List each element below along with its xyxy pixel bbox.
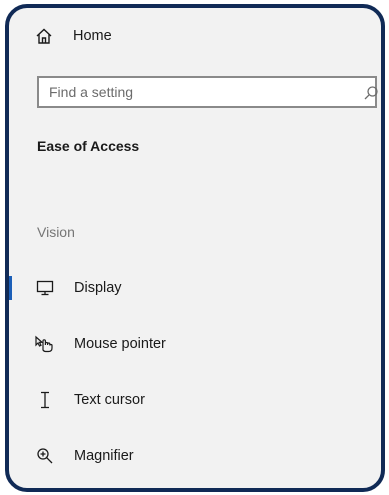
search-input[interactable] (39, 78, 329, 106)
search-icon[interactable] (363, 85, 379, 101)
display-icon (35, 278, 55, 298)
mouse-pointer-icon (35, 334, 55, 354)
section-title: Ease of Access (37, 138, 140, 154)
nav-item-mouse-pointer[interactable]: Mouse pointer (9, 324, 381, 364)
nav-item-label: Magnifier (74, 448, 134, 464)
home-label: Home (73, 28, 112, 44)
nav-item-label: Text cursor (74, 392, 145, 408)
nav-item-display[interactable]: Display (9, 268, 381, 308)
home-nav-item[interactable]: Home (35, 22, 112, 50)
nav-item-magnifier[interactable]: Magnifier (9, 436, 381, 476)
magnifier-icon (35, 446, 55, 466)
nav-item-label: Display (74, 280, 122, 296)
text-cursor-icon (35, 390, 55, 410)
search-box[interactable] (37, 76, 379, 108)
vision-group-label: Vision (37, 224, 75, 240)
nav-item-label: Mouse pointer (74, 336, 166, 352)
home-icon (35, 27, 53, 45)
nav-item-text-cursor[interactable]: Text cursor (9, 380, 381, 420)
settings-sidebar: Home Ease of Access Vision Display (5, 4, 385, 492)
